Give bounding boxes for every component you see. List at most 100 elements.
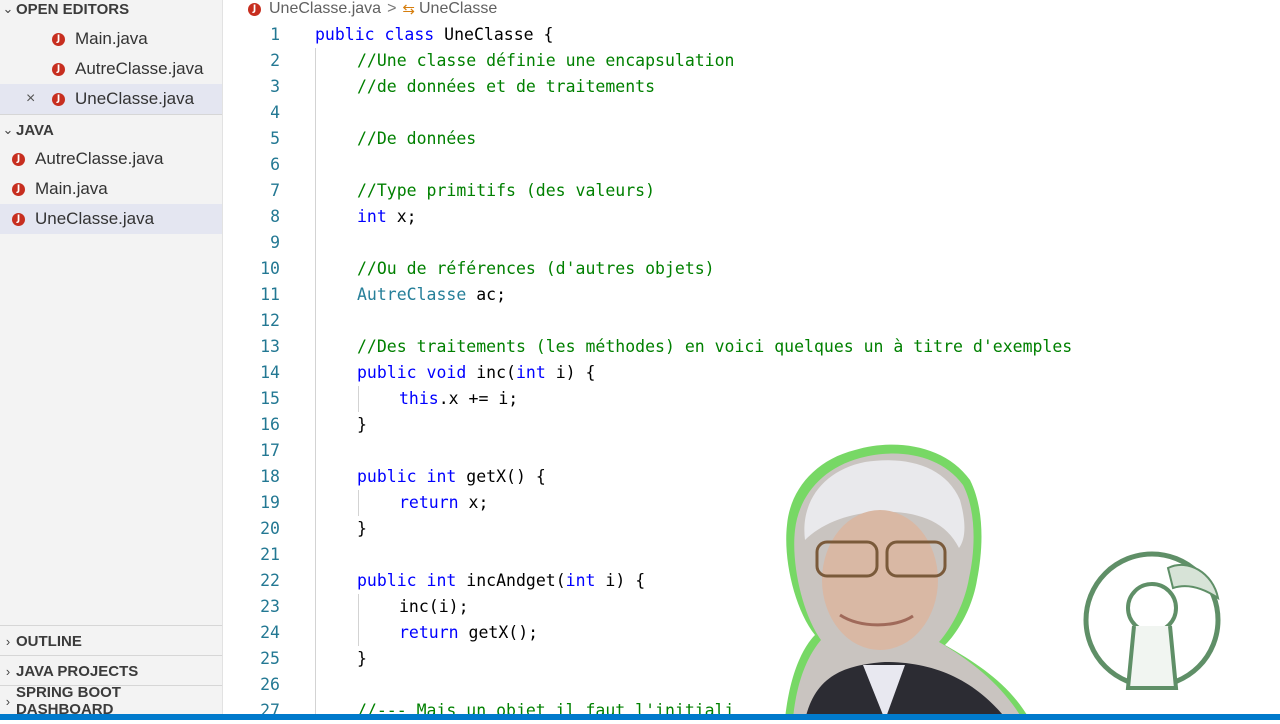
- code-text: public int incAndget(int i) {: [357, 571, 646, 590]
- java-projects-panel-title: JAVA PROJECTS: [16, 662, 139, 680]
- line-number: 23: [260, 597, 280, 616]
- code-text: }: [357, 415, 367, 434]
- line-number: 5: [270, 129, 280, 148]
- open-editor-label: Main.java: [75, 29, 148, 48]
- breadcrumb: UneClasse.java > ⇆ UneClasse: [248, 0, 497, 18]
- tree-item-uneclasse[interactable]: UneClasse.java: [0, 204, 222, 234]
- breadcrumb-symbol[interactable]: UneClasse: [419, 0, 497, 18]
- tree-item-label: Main.java: [35, 179, 108, 198]
- chevron-down-icon: ⌄: [2, 122, 14, 137]
- java-file-icon: [12, 152, 25, 166]
- breadcrumb-separator: >: [387, 0, 397, 17]
- code-text: int x;: [357, 207, 417, 226]
- line-number: 17: [260, 441, 280, 460]
- code-line[interactable]: 11 AutreClasse ac;: [222, 282, 1280, 308]
- line-number: 22: [260, 571, 280, 590]
- line-number: 10: [260, 259, 280, 278]
- open-editors-title: OPEN EDITORS: [16, 0, 130, 18]
- channel-logo: [1083, 551, 1221, 690]
- line-number: 24: [260, 623, 280, 642]
- code-line[interactable]: 10 //Ou de références (d'autres objets): [222, 256, 1280, 282]
- line-number: 9: [270, 233, 280, 252]
- line-number: 19: [260, 493, 280, 512]
- java-file-icon: [248, 2, 261, 16]
- line-number: 16: [260, 415, 280, 434]
- code-line[interactable]: 9: [222, 230, 1280, 256]
- line-number: 6: [270, 155, 280, 174]
- tree-item-autreclasse[interactable]: AutreClasse.java: [0, 144, 222, 174]
- outline-panel-title: OUTLINE: [16, 632, 82, 650]
- line-number: 27: [260, 701, 280, 720]
- java-section-title: JAVA: [16, 121, 54, 139]
- outline-panel-header[interactable]: › OUTLINE: [0, 625, 222, 656]
- tree-item-label: UneClasse.java: [35, 209, 155, 228]
- code-text: public int getX() {: [357, 467, 546, 486]
- line-number: 2: [270, 51, 280, 70]
- code-line[interactable]: 2 //Une classe définie une encapsulation: [222, 48, 1280, 74]
- spring-boot-dashboard-panel-header[interactable]: › SPRING BOOT DASHBOARD: [0, 684, 222, 718]
- open-editor-item-uneclasse[interactable]: × UneClasse.java: [0, 84, 222, 114]
- java-file-icon: [52, 92, 65, 106]
- line-number: 8: [270, 207, 280, 226]
- line-number: 12: [260, 311, 280, 330]
- code-text: }: [357, 649, 367, 668]
- java-file-icon: [52, 62, 65, 76]
- java-projects-panel-header[interactable]: › JAVA PROJECTS: [0, 655, 222, 686]
- code-text: //Une classe définie une encapsulation: [357, 51, 735, 70]
- spring-boot-dashboard-panel-title: SPRING BOOT DASHBOARD: [15, 684, 121, 718]
- explorer-sidebar: ⌄ OPEN EDITORS Main.java AutreClasse.jav…: [0, 0, 223, 720]
- code-text: //--- Mais un objet il faut l'initiali: [357, 701, 735, 720]
- code-text: return getX();: [399, 623, 539, 642]
- chevron-down-icon: ⌄: [2, 1, 14, 16]
- code-line[interactable]: 8 int x;: [222, 204, 1280, 230]
- code-line[interactable]: 12: [222, 308, 1280, 334]
- line-number: 15: [260, 389, 280, 408]
- code-line[interactable]: 6: [222, 152, 1280, 178]
- presenter-webcam-overlay: [785, 444, 1030, 720]
- open-editor-item-autreclasse[interactable]: AutreClasse.java: [0, 54, 222, 84]
- java-file-icon: [12, 212, 25, 226]
- code-line[interactable]: 7 //Type primitifs (des valeurs): [222, 178, 1280, 204]
- line-number: 26: [260, 675, 280, 694]
- code-text: public class UneClasse {: [315, 25, 554, 44]
- chevron-right-icon: ›: [5, 633, 11, 649]
- line-number: 21: [260, 545, 280, 564]
- code-line[interactable]: 14 public void inc(int i) {: [222, 360, 1280, 386]
- code-text: //De données: [357, 129, 477, 148]
- line-number: 11: [260, 285, 280, 304]
- line-number: 3: [270, 77, 280, 96]
- line-number: 18: [260, 467, 280, 486]
- tree-item-label: AutreClasse.java: [35, 149, 164, 168]
- code-text: //Des traitements (les méthodes) en voic…: [357, 337, 1073, 356]
- line-number: 25: [260, 649, 280, 668]
- open-editor-item-main[interactable]: Main.java: [0, 24, 222, 54]
- code-text: return x;: [399, 493, 489, 512]
- code-line[interactable]: 3 //de données et de traitements: [222, 74, 1280, 100]
- line-number: 7: [270, 181, 280, 200]
- line-number: 4: [270, 103, 280, 122]
- line-number: 20: [260, 519, 280, 538]
- close-icon[interactable]: ×: [26, 90, 35, 108]
- open-editors-header[interactable]: ⌄ OPEN EDITORS: [0, 0, 222, 24]
- java-file-icon: [12, 182, 25, 196]
- breadcrumb-file[interactable]: UneClasse.java: [269, 0, 381, 18]
- code-text: //Ou de références (d'autres objets): [357, 259, 715, 278]
- code-text: this.x += i;: [399, 389, 519, 408]
- code-line[interactable]: 1 public class UneClasse {: [222, 22, 1280, 48]
- class-symbol-icon: ⇆: [402, 1, 415, 18]
- open-editor-label: AutreClasse.java: [75, 59, 204, 78]
- tree-item-main[interactable]: Main.java: [0, 174, 222, 204]
- line-number: 1: [270, 25, 280, 44]
- line-number: 13: [260, 337, 280, 356]
- code-line[interactable]: 5 //De données: [222, 126, 1280, 152]
- code-text: }: [357, 519, 367, 538]
- code-text: //Type primitifs (des valeurs): [357, 181, 656, 200]
- code-text: AutreClasse ac;: [357, 285, 507, 304]
- chevron-right-icon: ›: [5, 693, 11, 709]
- code-line[interactable]: 15 this.x += i;: [222, 386, 1280, 412]
- java-file-icon: [52, 32, 65, 46]
- java-section-header[interactable]: ⌄ JAVA: [0, 114, 222, 145]
- code-text: public void inc(int i) {: [357, 363, 596, 382]
- code-line[interactable]: 13 //Des traitements (les méthodes) en vo…: [222, 334, 1280, 360]
- code-line[interactable]: 4: [222, 100, 1280, 126]
